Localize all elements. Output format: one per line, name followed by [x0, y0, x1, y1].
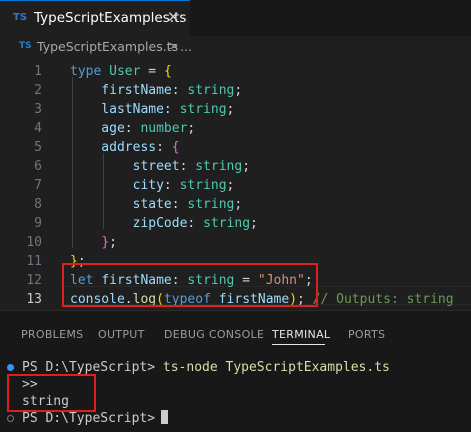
breadcrumb-file[interactable]: TypeScriptExamples.ts: [37, 39, 178, 54]
code-token: address: [70, 140, 157, 155]
code-line[interactable]: 8 state: string;: [0, 195, 471, 214]
line-number: 2: [34, 83, 42, 98]
code-token: string: [195, 159, 243, 174]
line-number: 12: [26, 273, 42, 288]
bottom-panel: PROBLEMS OUTPUT DEBUG CONSOLE TERMINAL P…: [0, 310, 471, 432]
breadcrumb: TS TypeScriptExamples.ts > ...: [0, 36, 471, 58]
tab-title: TypeScriptExamples.ts: [34, 10, 187, 26]
code-token: lastName: [70, 102, 164, 117]
line-number: 8: [34, 197, 42, 212]
close-icon[interactable]: ✕: [167, 8, 180, 26]
command-success-icon[interactable]: [7, 364, 14, 371]
code-editor[interactable]: 1 type User = {2 firstName: string; 3 last…: [0, 58, 471, 310]
terminal-cursor: [161, 410, 169, 424]
code-token: ;: [234, 83, 243, 98]
code-token: :: [171, 197, 188, 212]
code-line[interactable]: 4 age: number;: [0, 119, 471, 138]
code-line[interactable]: 1 type User = {: [0, 62, 471, 81]
code-text: };: [70, 233, 117, 252]
terminal-prompt: PS D:\TypeScript>: [22, 411, 156, 426]
code-token: ;: [250, 216, 258, 231]
line-number: 13: [26, 292, 42, 307]
code-token: string: [187, 83, 235, 98]
code-token: age: [70, 121, 125, 136]
code-token: firstName: [70, 83, 172, 98]
terminal-prompt-line[interactable]: PS D:\TypeScript>: [22, 410, 169, 427]
code-token: string: [187, 197, 235, 212]
code-line[interactable]: 9 zipCode: string;: [0, 214, 471, 233]
tab-typescriptexamples[interactable]: TS TypeScriptExamples.ts ✕: [0, 0, 190, 36]
code-token: city: [70, 178, 164, 193]
code-token: :: [187, 216, 204, 231]
line-number: 3: [34, 102, 42, 117]
code-text: city: string;: [70, 176, 235, 195]
code-line[interactable]: 10 };: [0, 233, 471, 252]
editor-tab-bar: TS TypeScriptExamples.ts ✕: [0, 0, 471, 36]
code-line[interactable]: 5 address: {: [0, 138, 471, 157]
terminal-command: ts-node TypeScriptExamples.ts: [162, 360, 390, 375]
active-tab-indicator: [272, 344, 325, 345]
code-token: :: [163, 102, 180, 117]
code-token: type: [70, 64, 110, 79]
line-number: 9: [34, 216, 42, 231]
code-text: age: number;: [70, 119, 195, 138]
typescript-file-icon: TS: [13, 12, 28, 23]
code-line[interactable]: 3 lastName: string;: [0, 100, 471, 119]
highlight-box-output: [7, 374, 96, 412]
chevron-right-icon: >: [168, 38, 179, 53]
code-token: ;: [226, 102, 235, 117]
code-text: address: {: [70, 138, 180, 157]
tab-problems[interactable]: PROBLEMS: [21, 328, 83, 341]
code-text: firstName: string;: [70, 81, 242, 100]
line-number: 5: [34, 140, 42, 155]
breadcrumb-symbols[interactable]: ...: [180, 39, 192, 54]
code-token: number: [140, 121, 188, 136]
line-number: 1: [34, 64, 42, 79]
code-token: state: [70, 197, 172, 212]
code-text: lastName: string;: [70, 100, 234, 119]
code-token: {: [171, 140, 180, 155]
code-token: ;: [242, 159, 251, 174]
code-token: :: [163, 178, 180, 193]
code-line[interactable]: 6 street: string;: [0, 157, 471, 176]
code-token: :: [171, 83, 188, 98]
code-token: street: [70, 159, 180, 174]
code-token: {: [163, 64, 172, 79]
tab-ports[interactable]: PORTS: [348, 328, 385, 341]
command-idle-icon[interactable]: [7, 415, 14, 422]
code-token: }: [101, 235, 110, 250]
code-line[interactable]: 2 firstName: string;: [0, 81, 471, 100]
code-token: // Outputs: string: [312, 292, 454, 307]
tab-terminal[interactable]: TERMINAL: [272, 328, 330, 341]
code-token: zipCode: [70, 216, 188, 231]
code-token: ;: [226, 178, 235, 193]
code-token: ;: [187, 121, 196, 136]
tab-debug-console[interactable]: DEBUG CONSOLE: [164, 328, 264, 341]
code-token: string: [203, 216, 251, 231]
terminal-prompt: PS D:\TypeScript>: [22, 360, 163, 375]
line-number: 6: [34, 159, 42, 174]
line-number: 4: [34, 121, 42, 136]
code-token: string: [179, 178, 227, 193]
highlight-box-code: [62, 263, 318, 307]
line-number: 11: [26, 254, 42, 269]
code-token: ;: [234, 197, 243, 212]
code-text: zipCode: string;: [70, 214, 258, 233]
tab-output[interactable]: OUTPUT: [98, 328, 145, 341]
typescript-file-icon: TS: [19, 41, 32, 51]
code-token: :: [156, 140, 172, 155]
code-token: :: [124, 121, 141, 136]
code-token: =: [140, 64, 164, 79]
code-line[interactable]: 7 city: string;: [0, 176, 471, 195]
line-number: 10: [26, 235, 42, 250]
code-text: state: string;: [70, 195, 243, 214]
code-token: User: [109, 64, 141, 79]
code-text: street: string;: [70, 157, 250, 176]
code-token: ;: [109, 235, 117, 250]
code-text: type User = {: [70, 62, 172, 81]
line-number: 7: [34, 178, 42, 193]
code-token: :: [179, 159, 196, 174]
code-token: string: [179, 102, 227, 117]
